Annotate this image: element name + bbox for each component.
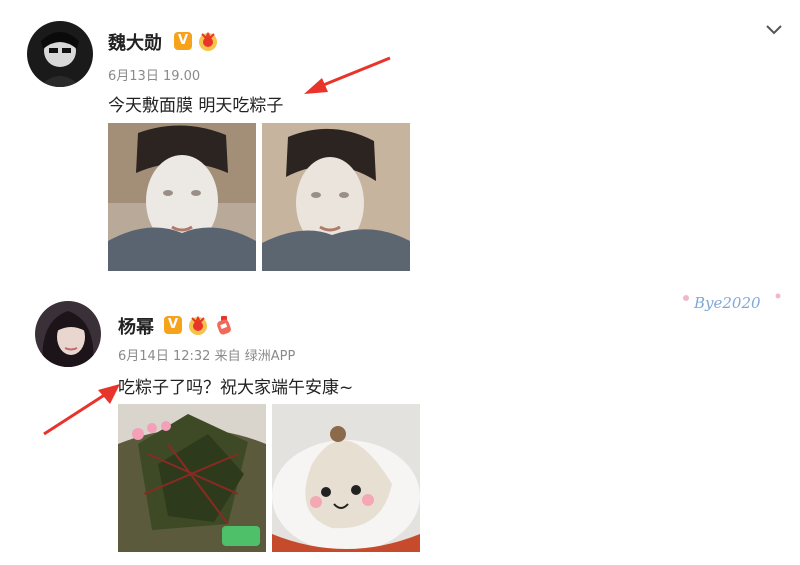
medal-icon bbox=[187, 314, 209, 336]
post-text: 吃粽子了吗？祝大家端午安康~ bbox=[118, 378, 354, 398]
source-app-link[interactable]: 绿洲APP bbox=[245, 349, 296, 364]
post-timestamp[interactable]: 6月13日 19.00 bbox=[108, 65, 200, 84]
avatar[interactable] bbox=[35, 301, 101, 367]
post-timestamp[interactable]: 6月14日 12:32 bbox=[118, 349, 210, 364]
post-weidaxun: 魏大勋 V 6月13日 19.00 今天敷面膜 明天吃粽子 bbox=[0, 0, 800, 280]
verified-badge-icon: V bbox=[164, 316, 182, 334]
red-arrow-annotation bbox=[43, 384, 120, 436]
verified-badge-icon: V bbox=[174, 32, 192, 50]
post-image-1[interactable] bbox=[118, 404, 266, 552]
post-meta: 6月14日 12:32 来自 绿洲APP bbox=[118, 345, 295, 364]
avatar-image bbox=[35, 301, 101, 367]
avatar[interactable] bbox=[27, 21, 93, 87]
chevron-down-icon[interactable] bbox=[765, 22, 783, 36]
avatar-image bbox=[27, 21, 93, 87]
author-name[interactable]: 杨幂 bbox=[118, 313, 154, 339]
red-arrow-annotation bbox=[304, 56, 391, 94]
medal-icon bbox=[197, 30, 219, 52]
source-prefix: 来自 bbox=[214, 349, 241, 364]
post-image-2[interactable] bbox=[272, 404, 420, 552]
post-text: 今天敷面膜 明天吃粽子 bbox=[108, 96, 284, 116]
bottle-icon bbox=[213, 314, 235, 336]
author-name[interactable]: 魏大勋 bbox=[108, 29, 162, 55]
post-image-1[interactable] bbox=[108, 123, 256, 271]
post-yangmi: 杨幂 V 6月14日 12:32 来自 绿洲APP 吃粽子了吗？祝大家端午安康~ bbox=[0, 280, 800, 565]
post-image-2[interactable] bbox=[262, 123, 410, 271]
